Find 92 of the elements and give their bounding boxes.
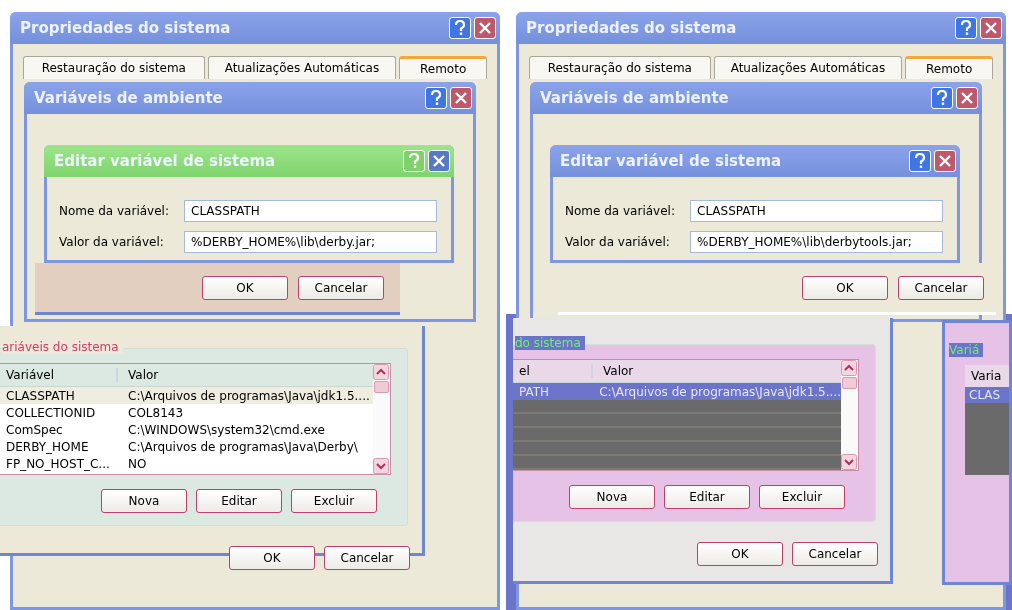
scroll-thumb[interactable] (374, 381, 389, 393)
help-button[interactable] (909, 150, 931, 172)
field-label: Valor da variável: (59, 235, 165, 249)
list-row[interactable]: CLASSPATH C:\Arquivos de programas\Java\jdk1.5.... (0, 387, 373, 404)
list-row[interactable]: DERBY_HOME C:\Arquivos de programas\Java\Derby\ (0, 438, 373, 455)
table-cell-text: CLASSPATH (5, 388, 76, 403)
tab[interactable]: Remoto (905, 56, 993, 79)
dialog-button[interactable]: Excluir (759, 485, 845, 509)
help-button[interactable] (931, 87, 953, 109)
dialog-button[interactable]: Editar (664, 485, 750, 509)
window-title: Editar variável de sistema (54, 152, 277, 170)
tab[interactable]: Restauração do sistema (23, 56, 205, 79)
text-field[interactable]: %DERBY_HOME%\lib\derbytools.jar; (690, 231, 943, 253)
help-icon (430, 90, 442, 106)
table-cell-text: DERBY_HOME (5, 439, 90, 454)
close-button[interactable] (934, 150, 956, 172)
window-title: Propriedades do sistema (526, 19, 738, 37)
group-label: do sistema (515, 336, 585, 350)
list-row[interactable]: PATH C:\Arquivos de programas\Java\jdk1.5.... (513, 383, 841, 400)
group-label: ariáveis do sistema (2, 340, 123, 354)
list-row[interactable]: ComSpec C:\WINDOWS\system32\cmd.exe (0, 421, 373, 438)
column-header[interactable]: Varia (965, 365, 1009, 387)
dialog-button[interactable]: Excluir (291, 489, 377, 513)
window-title: Editar variável de sistema (560, 152, 783, 170)
field-label: Nome da variável: (59, 204, 170, 218)
table-cell-text: NO (127, 456, 147, 471)
table-cell-text: COL8143 (127, 405, 184, 420)
help-icon (960, 20, 972, 36)
scroll-down-icon[interactable] (373, 458, 389, 474)
field-label: Nome da variável: (565, 204, 676, 218)
close-icon (478, 21, 492, 35)
table-cell-text: C:\Arquivos de programas\Java\jdk1.5.... (598, 384, 841, 399)
table-cell-text: PATH (518, 384, 551, 399)
dialog-button[interactable]: OK (697, 542, 783, 566)
close-icon (984, 21, 998, 35)
field-label: Valor da variável: (565, 235, 671, 249)
help-button[interactable] (955, 17, 977, 39)
column-header[interactable]: Variável (0, 368, 118, 382)
close-icon (938, 154, 952, 168)
scroll-down-icon[interactable] (841, 454, 857, 470)
close-icon (960, 91, 974, 105)
close-button[interactable] (474, 17, 496, 39)
group-label: Variá (949, 343, 984, 357)
close-button[interactable] (980, 17, 1002, 39)
dialog-button[interactable]: OK (802, 275, 888, 300)
dialog-button[interactable]: Nova (569, 485, 655, 509)
text-field[interactable]: %DERBY_HOME%\lib\derby.jar; (184, 231, 437, 253)
scrollbar[interactable] (841, 360, 858, 470)
close-button[interactable] (450, 87, 472, 109)
table-cell-text: C:\Arquivos de programas\Java\jdk1.5.... (127, 388, 370, 403)
table-cell-text: ComSpec (5, 422, 64, 437)
help-icon (936, 90, 948, 106)
close-icon (454, 91, 468, 105)
help-button[interactable] (449, 17, 471, 39)
help-icon (454, 20, 466, 36)
dialog-button[interactable]: Cancelar (298, 275, 384, 300)
column-header[interactable]: el (513, 364, 593, 378)
column-header[interactable]: Valor (593, 364, 634, 378)
close-icon (432, 154, 446, 168)
dialog-button[interactable]: Cancelar (898, 275, 984, 300)
window-title: Propriedades do sistema (20, 19, 232, 37)
list-row[interactable]: COLLECTIONID COL8143 (0, 404, 373, 421)
text-field[interactable]: CLASSPATH (690, 200, 943, 222)
dialog-button[interactable]: Cancelar (324, 546, 410, 570)
tab[interactable]: Remoto (399, 56, 487, 79)
dialog-button[interactable]: OK (202, 275, 288, 300)
close-button[interactable] (428, 150, 450, 172)
table-cell: CLAS (965, 387, 1009, 403)
scroll-up-icon[interactable] (373, 364, 389, 380)
column-header[interactable]: Valor (118, 368, 159, 382)
dialog-button[interactable]: Nova (101, 489, 187, 513)
help-button[interactable] (425, 87, 447, 109)
tab[interactable]: Atualizações Automáticas (713, 56, 903, 79)
window-title: Variáveis de ambiente (34, 89, 224, 107)
table-cell-text: C:\WINDOWS\system32\cmd.exe (127, 422, 325, 437)
table-cell-text: C:\Arquivos de programas\Java\Derby\ (127, 439, 358, 454)
text-field[interactable]: CLASSPATH (184, 200, 437, 222)
dialog-button[interactable]: Cancelar (792, 542, 878, 566)
scrollbar[interactable] (373, 364, 390, 474)
close-button[interactable] (956, 87, 978, 109)
window-title: Variáveis de ambiente (540, 89, 730, 107)
tab[interactable]: Atualizações Automáticas (207, 56, 397, 79)
table-cell-text: FP_NO_HOST_C... (5, 456, 111, 471)
table-cell-text: COLLECTIONID (5, 405, 97, 420)
dialog-button[interactable]: OK (229, 546, 315, 570)
help-icon (914, 153, 926, 169)
scroll-thumb[interactable] (842, 377, 857, 389)
help-icon (408, 153, 420, 169)
scroll-up-icon[interactable] (841, 360, 857, 376)
dialog-button[interactable]: Editar (196, 489, 282, 513)
tab[interactable]: Restauração do sistema (529, 56, 711, 79)
list-row[interactable]: FP_NO_HOST_C... NO (0, 455, 373, 472)
